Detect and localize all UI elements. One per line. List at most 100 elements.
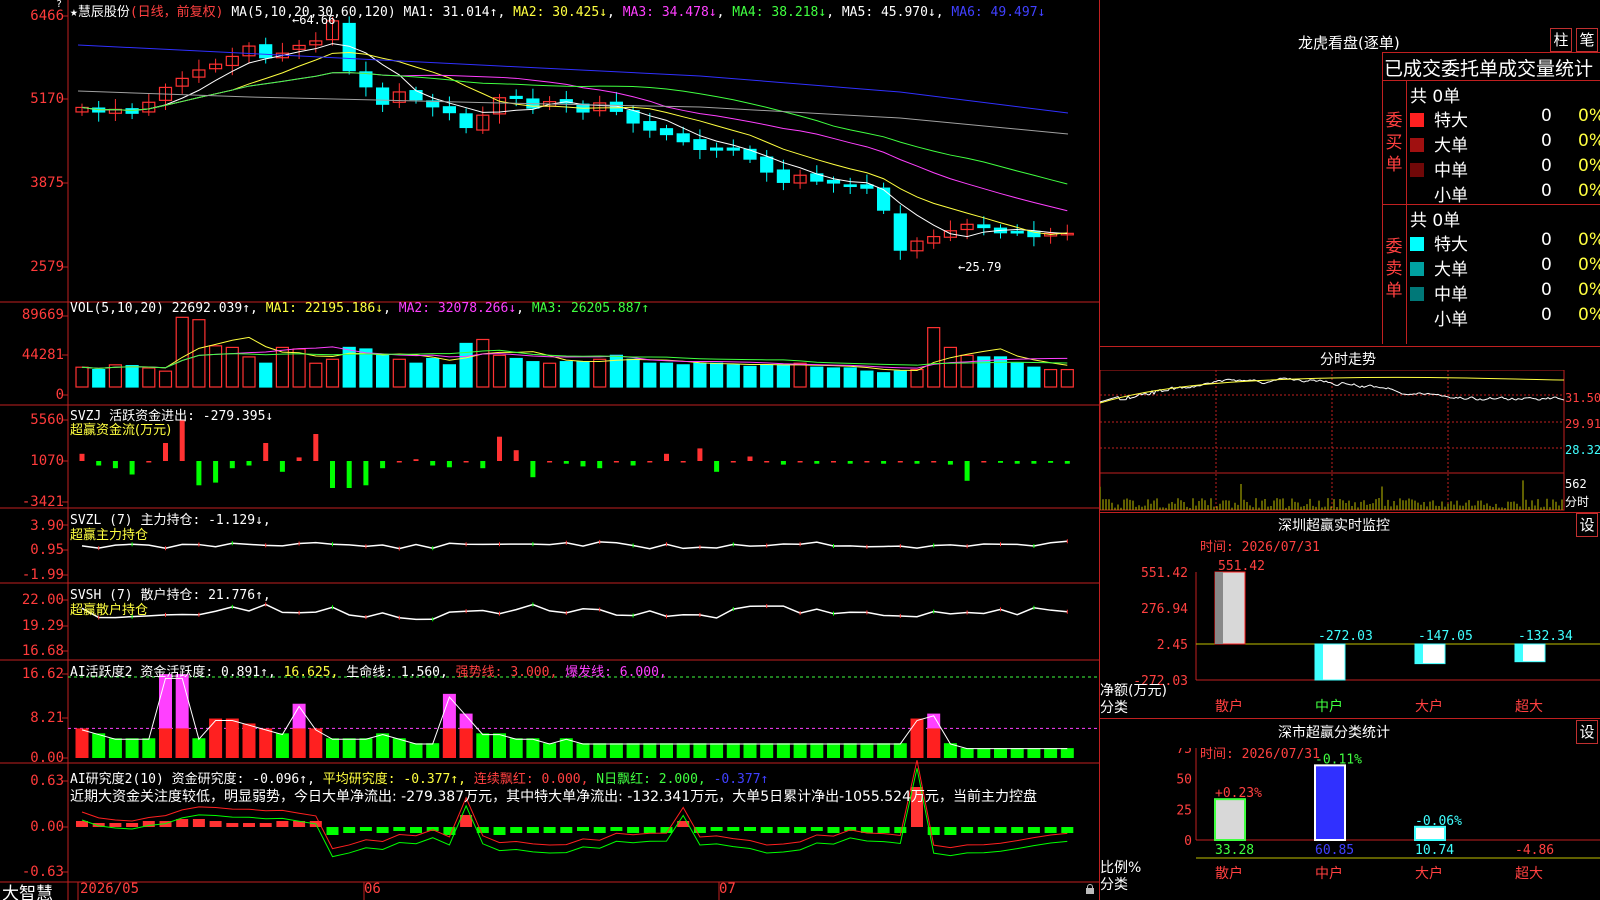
volume-bar: [676, 364, 690, 388]
class-settings-button[interactable]: 设: [1576, 720, 1598, 744]
research-bar: [510, 827, 523, 833]
fund-flow-bar: [480, 461, 486, 469]
class-change-label: -0.11%: [1315, 752, 1362, 767]
order-percent: 0%: [1578, 106, 1600, 126]
candle-body: [709, 147, 724, 151]
research-bar: [710, 827, 723, 831]
volume-bar: [910, 368, 924, 388]
chart-canvas[interactable]: [0, 0, 1100, 900]
research-bar: [1027, 827, 1040, 833]
vol-name: VOL(5,10,20): [70, 301, 164, 316]
dragon-panel-title: 龙虎看盘(逐单): [1298, 34, 1400, 52]
fund-flow-bar: [396, 461, 402, 463]
ai2-axis-label: 16.62: [21, 666, 64, 682]
volume-bar: [392, 358, 406, 388]
volume-bar: [893, 370, 907, 388]
class-axis-label: 50: [1176, 773, 1192, 788]
order-size-label: 小单: [1434, 186, 1468, 206]
svzj-subtitle: 超赢资金流(万元): [70, 423, 172, 438]
fund-flow-bar: [246, 461, 252, 466]
vol-axis-label: 0: [55, 387, 64, 403]
price-axis-label: 2579: [30, 259, 64, 275]
activity-bar: [910, 718, 924, 758]
sz-bar-shade: [1515, 644, 1523, 662]
candle-body: [643, 121, 657, 131]
research-bar: [660, 827, 673, 833]
candle-body: [626, 110, 640, 124]
lock-icon[interactable]: [1085, 884, 1095, 894]
candle-body: [1010, 230, 1024, 234]
order-volume: 0: [1541, 230, 1552, 250]
intraday-chart[interactable]: [1100, 370, 1600, 512]
research-bar: [276, 821, 289, 827]
fund-flow-bar: [330, 461, 335, 488]
activity-bar: [275, 733, 289, 758]
activity-bar: [593, 743, 607, 758]
fund-flow-bar: [881, 461, 887, 464]
activity-bar: [860, 743, 874, 758]
fund-flow-bar: [79, 453, 85, 461]
fund-flow-bar: [647, 461, 653, 463]
volume-bar: [325, 358, 340, 388]
research-bar: [226, 823, 239, 827]
fund-flow-bar: [179, 420, 185, 461]
sz-settings-button[interactable]: 设: [1576, 513, 1598, 537]
class-value-label: 33.28: [1215, 843, 1254, 858]
activity-bar: [426, 743, 440, 758]
volume-bar: [442, 364, 456, 388]
research-bar: [126, 823, 139, 827]
candle-body: [693, 139, 707, 151]
retail-holding-line: [81, 603, 1068, 621]
volume-bar: [960, 354, 974, 388]
color-swatch: [1410, 312, 1424, 326]
volume-bar: [927, 327, 941, 388]
tick-view-button[interactable]: 笔: [1576, 28, 1598, 52]
activity-bar-base: [459, 728, 473, 758]
class-change-label: +0.23%: [1215, 786, 1262, 801]
price-axis-label: 6466: [30, 8, 64, 24]
date-axis-label: 06: [364, 881, 381, 897]
research-bar: [376, 827, 389, 833]
order-size-label: 小单: [1434, 310, 1468, 330]
research-bar: [543, 827, 556, 833]
activity-bar: [576, 743, 590, 758]
sz-bar-shade: [1315, 644, 1323, 680]
color-swatch: [1410, 262, 1424, 276]
ma10-line: [81, 52, 1068, 236]
fund-flow-bar: [780, 461, 786, 465]
order-row-sell: 小单: [1410, 305, 1468, 330]
intraday-axis-label: 28.32: [1565, 443, 1600, 457]
fund-flow-bar: [163, 443, 168, 461]
brand-logo[interactable]: 大智慧: [2, 879, 53, 900]
ai-research-description: 近期大资金关注度较低，明显弱势，今日大单净流出: -279.387万元，其中特大…: [70, 789, 1037, 805]
volume-bar: [559, 361, 573, 388]
order-row-buy: 中单: [1410, 156, 1468, 181]
vol-ma-line: [81, 349, 1068, 369]
activity-bar: [676, 743, 690, 758]
ai2-axis-label: 8.21: [30, 710, 64, 726]
fund-flow-bar: [947, 461, 953, 465]
activity-bar: [359, 738, 373, 758]
activity-bar: [559, 738, 573, 758]
research-bar: [209, 821, 222, 827]
color-swatch: [1410, 163, 1424, 177]
order-volume: 0: [1541, 305, 1552, 325]
volume-bar: [626, 358, 640, 388]
activity-bar: [476, 733, 490, 758]
bar-view-button[interactable]: 柱: [1550, 28, 1572, 52]
research-bar: [526, 827, 539, 833]
period-label[interactable]: (日线，前复权): [130, 5, 224, 20]
stock-name: 慧辰股份: [77, 5, 130, 20]
ai-research-extra: -0.377↑: [713, 772, 769, 787]
ma20-line: [81, 72, 1068, 212]
volume-bar: [209, 345, 223, 388]
research-bar: [827, 827, 840, 833]
order-size-label: 大单: [1434, 260, 1468, 280]
favorite-star-icon[interactable]: ★: [70, 5, 78, 20]
volume-bar: [793, 362, 807, 388]
candle-body: [776, 169, 791, 183]
ai-research-header: AI研究度2(10) 资金研究度: -0.096↑, 平均研究度: -0.377…: [70, 768, 768, 787]
fund-flow-bar: [914, 461, 920, 464]
fund-flow-bar: [146, 461, 152, 463]
volume-bar: [142, 367, 156, 388]
